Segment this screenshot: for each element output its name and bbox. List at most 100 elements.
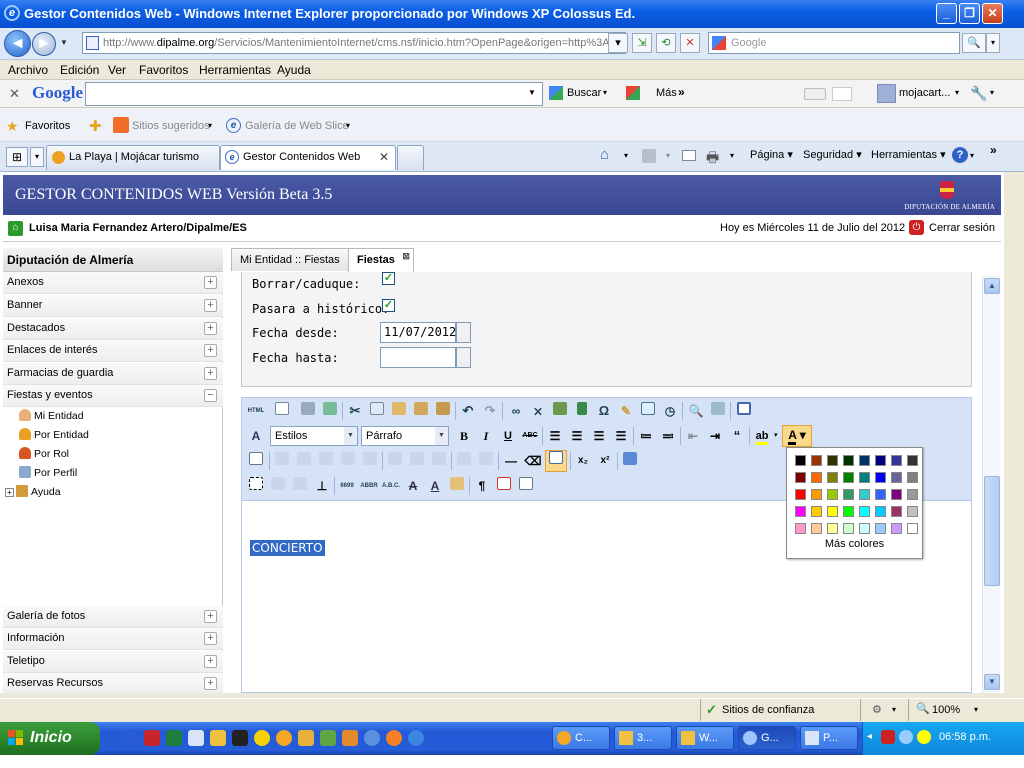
clock-app-icon[interactable] [342, 730, 358, 746]
delete-col-icon[interactable] [429, 451, 449, 471]
color-swatch[interactable] [795, 523, 806, 534]
sidebar-item-teletipo[interactable]: Teletipo + [3, 651, 223, 673]
excel-icon[interactable] [166, 730, 182, 746]
print-icon[interactable] [298, 401, 318, 421]
scroll-up-icon[interactable]: ▲ [984, 278, 1000, 294]
unlink-icon[interactable]: ⨯ [528, 401, 548, 421]
color-swatch[interactable] [891, 523, 902, 534]
sidebar-item-anexos[interactable]: Anexos + [3, 272, 223, 294]
menu-ayuda[interactable]: Ayuda [277, 63, 311, 77]
acrobat-icon[interactable] [144, 730, 160, 746]
color-swatch[interactable] [891, 489, 902, 500]
sidebar-item-reservas[interactable]: Reservas Recursos + [3, 673, 223, 693]
share-icon[interactable] [832, 87, 852, 101]
feeds-icon[interactable] [642, 149, 656, 163]
close-tab-icon[interactable]: ✕ [379, 146, 389, 169]
insert-col-before-icon[interactable] [385, 451, 405, 471]
layer-icon[interactable] [268, 476, 288, 496]
find-icon[interactable]: 🔍 [686, 401, 706, 421]
paste-icon[interactable] [389, 401, 409, 421]
history-dropdown-icon[interactable]: ▼ [60, 38, 68, 47]
color-swatch[interactable] [875, 455, 886, 466]
time-icon[interactable]: ◷ [660, 401, 680, 421]
color-swatch[interactable] [827, 455, 838, 466]
close-tab-icon[interactable]: ⊠ [402, 245, 410, 267]
logout-link[interactable]: Cerrar sesión [929, 222, 995, 234]
sun-icon[interactable] [917, 730, 931, 744]
sidebar-item-informacion[interactable]: Información + [3, 628, 223, 650]
refresh-icon[interactable]: ⟲ [656, 33, 676, 53]
abbr-icon[interactable]: ABBR [359, 476, 379, 496]
sidebar-item-fiestas[interactable]: Fiestas y eventos − [3, 385, 223, 407]
source-html-icon[interactable]: HTML [246, 401, 266, 421]
zoom-icon[interactable]: 🔍 [916, 702, 930, 715]
highlight-dropdown-icon[interactable]: ▾ [774, 431, 778, 439]
align-right-icon[interactable]: ☰ [589, 426, 609, 446]
feeds-dropdown-icon[interactable]: ▾ [666, 151, 670, 160]
scroll-thumb[interactable] [984, 476, 1000, 586]
star-icon[interactable] [254, 730, 270, 746]
seguridad-menu[interactable]: Seguridad ▾ [803, 148, 862, 161]
paste-text-icon[interactable] [411, 401, 431, 421]
color-swatch[interactable] [843, 489, 854, 500]
color-swatch[interactable] [827, 523, 838, 534]
word-icon[interactable] [122, 730, 138, 746]
home-dropdown-icon[interactable]: ▾ [624, 151, 628, 160]
google-search-input[interactable] [85, 82, 543, 106]
taskbar-item-w[interactable]: W... [676, 726, 734, 750]
taskbar-item-3[interactable]: 3... [614, 726, 672, 750]
mas-button[interactable]: Más [656, 87, 677, 99]
color-swatch[interactable] [859, 506, 870, 517]
color-swatch[interactable] [827, 489, 838, 500]
sidebar-item-galeria[interactable]: Galería de fotos + [3, 606, 223, 628]
zoom-dropdown-icon[interactable]: ▾ [974, 705, 978, 714]
calendar-desde-icon[interactable] [456, 322, 471, 343]
back-button[interactable]: ◄ [4, 30, 31, 57]
outdent-icon[interactable]: ⇤ [683, 426, 703, 446]
menu-archivo[interactable]: Archivo [8, 63, 48, 77]
image-icon[interactable] [550, 401, 570, 421]
color-swatch[interactable] [811, 506, 822, 517]
redo-icon[interactable]: ↷ [480, 401, 500, 421]
herramientas-menu[interactable]: Herramientas ▾ [871, 148, 946, 161]
remove-format-icon[interactable]: ⌫ [523, 451, 543, 471]
notepad-icon[interactable] [188, 730, 204, 746]
color-swatch[interactable] [859, 455, 870, 466]
format-select[interactable]: Párrafo ▼ [361, 426, 449, 446]
color-swatch[interactable] [907, 455, 918, 466]
web-slice-gallery-link[interactable]: Galería de Web Slice [245, 120, 349, 132]
page-break-icon[interactable] [516, 476, 536, 496]
date-icon[interactable] [638, 401, 658, 421]
numbered-list-icon[interactable]: ≕ [658, 426, 678, 446]
browser-tab-gestor[interactable]: e Gestor Contenidos Web ✕ [220, 145, 396, 170]
color-swatch[interactable] [811, 523, 822, 534]
color-swatch[interactable] [875, 523, 886, 534]
minimize-button[interactable]: _ [936, 3, 957, 24]
superscript-icon[interactable]: x² [595, 451, 615, 471]
indent-icon[interactable]: ⇥ [705, 426, 725, 446]
sidebar-item-banner[interactable]: Banner + [3, 295, 223, 317]
sidebar-subitem-mi-entidad[interactable]: Mi Entidad [19, 408, 84, 424]
protected-mode-icon[interactable]: ⚙ [872, 703, 882, 716]
sidebar-subitem-por-rol[interactable]: Por Rol [19, 446, 69, 462]
favoritos-button[interactable]: Favoritos [25, 120, 70, 132]
quick-tabs-icon[interactable]: ⊞ [6, 147, 28, 167]
browser-icon[interactable] [386, 730, 402, 746]
buscar-button[interactable]: Buscar [567, 87, 601, 99]
address-dropdown-icon[interactable]: ▾ [608, 33, 628, 53]
taskbar-item-p[interactable]: P... [800, 726, 858, 750]
color-swatch[interactable] [891, 506, 902, 517]
cut-icon[interactable]: ✂ [345, 401, 365, 421]
antivirus-icon[interactable] [881, 730, 895, 744]
color-swatch[interactable] [794, 454, 807, 467]
color-swatch[interactable] [843, 472, 854, 483]
split-cells-icon[interactable] [454, 451, 474, 471]
sidebar-item-enlaces[interactable]: Enlaces de interés + [3, 340, 223, 362]
acronym-icon[interactable]: A.B.C. [381, 476, 401, 496]
toolbar-overflow-icon[interactable]: » [990, 143, 997, 157]
undo-icon[interactable]: ↶ [458, 401, 478, 421]
close-window-button[interactable]: ✕ [982, 3, 1003, 24]
color-swatch[interactable] [875, 506, 886, 517]
color-swatch[interactable] [843, 455, 854, 466]
taskbar-item-g[interactable]: G... [738, 726, 796, 750]
